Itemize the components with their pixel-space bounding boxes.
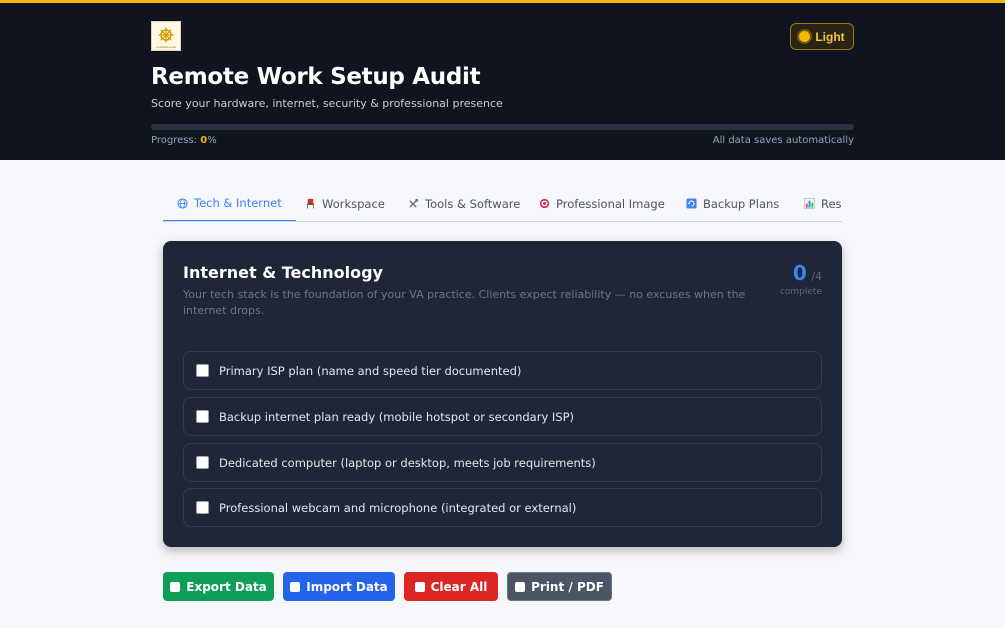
- clear-all-button[interactable]: Clear All: [404, 572, 498, 601]
- logo: Goldsmith Audit: [151, 21, 181, 51]
- print-pdf-button[interactable]: Print / PDF: [507, 572, 612, 601]
- page-title: Remote Work Setup Audit: [151, 64, 481, 90]
- tab-label: Workspace: [322, 196, 385, 211]
- clear-all-label: Clear All: [430, 579, 488, 594]
- checklist-item-label: Professional webcam and microphone (inte…: [219, 500, 577, 515]
- export-data-button[interactable]: Export Data: [163, 572, 274, 601]
- bar-chart-icon: [804, 198, 815, 209]
- target-icon: [539, 198, 550, 209]
- checklist-item-label: Primary ISP plan (name and speed tier do…: [219, 363, 522, 378]
- theme-toggle-label: Light: [815, 29, 845, 44]
- tab-backup-plans[interactable]: Backup Plans: [672, 186, 793, 221]
- checklist-item[interactable]: Backup internet plan ready (mobile hotsp…: [183, 397, 822, 436]
- tools-icon: [409, 198, 419, 208]
- checklist-item[interactable]: Professional webcam and microphone (inte…: [183, 488, 822, 527]
- checkbox[interactable]: [196, 501, 209, 514]
- tab-bar: Tech & Internet Workspace Tools & Softwa…: [163, 186, 842, 222]
- logo-caption: Goldsmith Audit: [155, 45, 177, 49]
- section-description: Your tech stack is the foundation of you…: [183, 288, 746, 317]
- tab-tech-internet[interactable]: Tech & Internet: [163, 186, 296, 221]
- page-subtitle: Score your hardware, internet, security …: [151, 97, 503, 110]
- progress-prefix: Progress:: [151, 135, 201, 146]
- section-title: Internet & Technology: [183, 263, 383, 282]
- sun-icon: [799, 31, 811, 42]
- tab-workspace[interactable]: Workspace: [291, 186, 399, 221]
- completion-label: complete: [779, 287, 822, 297]
- checkbox[interactable]: [196, 456, 209, 469]
- progress-bar: [151, 124, 854, 130]
- checklist-item-label: Backup internet plan ready (mobile hotsp…: [219, 409, 575, 424]
- checkbox[interactable]: [196, 410, 209, 423]
- app-header: Goldsmith Audit Light Remote Work Setup …: [0, 0, 1005, 160]
- tab-label: Backup Plans: [703, 196, 780, 211]
- checkbox[interactable]: [196, 364, 209, 377]
- print-pdf-label: Print / PDF: [531, 579, 604, 594]
- completion-count: 0: [792, 261, 807, 285]
- tab-professional-image[interactable]: Professional Image: [525, 186, 679, 221]
- checklist-item[interactable]: Primary ISP plan (name and speed tier do…: [183, 351, 822, 390]
- chair-icon: [306, 198, 315, 209]
- export-icon: [170, 581, 181, 592]
- tab-label: Professional Image: [556, 196, 665, 211]
- tab-label: Tools & Software: [425, 196, 521, 211]
- printer-icon: [515, 581, 526, 592]
- refresh-icon: [686, 198, 697, 209]
- completion-counter: 0 /4: [793, 261, 822, 285]
- checklist-item-label: Dedicated computer (laptop or desktop, m…: [219, 455, 596, 470]
- progress-label: Progress: 0%: [151, 135, 217, 146]
- autosave-note: All data saves automatically: [712, 135, 854, 146]
- globe-icon: [177, 197, 188, 209]
- theme-toggle-button[interactable]: Light: [790, 23, 854, 50]
- tab-label: Results: [821, 196, 842, 211]
- progress-suffix: %: [207, 135, 217, 146]
- tab-label: Tech & Internet: [194, 196, 282, 210]
- refresh-icon: [414, 581, 425, 592]
- ship-wheel-icon: [158, 27, 174, 43]
- import-data-button[interactable]: Import Data: [283, 572, 395, 601]
- export-data-label: Export Data: [186, 579, 267, 594]
- import-data-label: Import Data: [306, 579, 388, 594]
- checklist-item[interactable]: Dedicated computer (laptop or desktop, m…: [183, 443, 822, 482]
- section-card: Internet & Technology Your tech stack is…: [163, 241, 842, 547]
- tab-tools-software[interactable]: Tools & Software: [394, 186, 534, 221]
- completion-total: /4: [811, 270, 822, 283]
- tab-results[interactable]: Results: [790, 186, 842, 221]
- import-icon: [290, 581, 301, 592]
